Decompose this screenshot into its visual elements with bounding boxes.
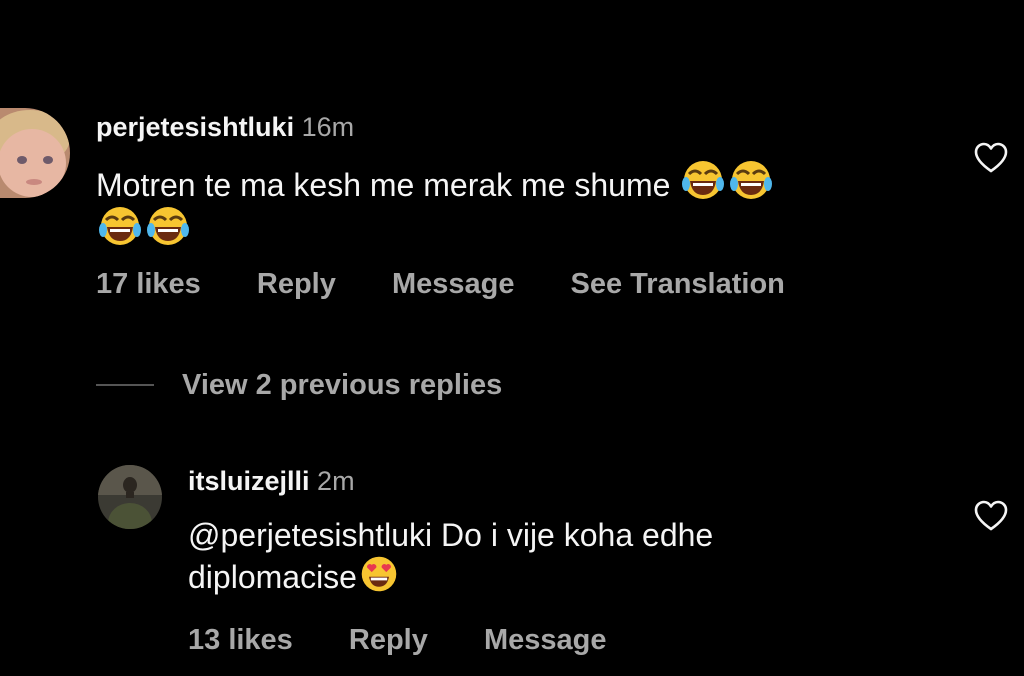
child-avatar-image [0, 108, 70, 198]
timestamp: 2m [317, 466, 355, 496]
view-previous-replies-label[interactable]: View 2 previous replies [182, 369, 502, 402]
face-with-tears-of-joy-icon [98, 204, 142, 248]
see-translation-button[interactable]: See Translation [571, 268, 785, 300]
comment-actions: 17 likes Reply Message See Translation [96, 268, 833, 301]
comment-actions: 13 likes Reply Message [188, 624, 654, 657]
message-button[interactable]: Message [392, 268, 515, 300]
thread-divider [96, 384, 154, 386]
username[interactable]: perjetesishtluki [96, 112, 294, 142]
comment-text: @perjetesishtluki Do i vije koha edhe di… [188, 516, 948, 597]
comment-text-line: @perjetesishtluki Do i vije koha edhe [188, 517, 714, 553]
likes-count[interactable]: 17 likes [96, 268, 201, 300]
avatar[interactable] [0, 108, 70, 198]
face-with-tears-of-joy-icon [681, 158, 725, 202]
comment-text-line: Motren te ma kesh me merak me shume [96, 167, 671, 203]
avatar[interactable] [98, 465, 162, 529]
man-avatar-image [98, 465, 162, 529]
face-with-tears-of-joy-icon [146, 204, 190, 248]
view-previous-replies[interactable]: View 2 previous replies [96, 362, 502, 408]
reply-button[interactable]: Reply [349, 624, 428, 656]
likes-count[interactable]: 13 likes [188, 624, 293, 656]
heart-icon[interactable] [974, 500, 1008, 532]
timestamp: 16m [301, 112, 355, 142]
heart-icon[interactable] [974, 142, 1008, 174]
comment-text-line: diplomacise [188, 559, 357, 596]
heart-eyes-icon [359, 554, 399, 594]
comment-text: Motren te ma kesh me merak me shume [96, 158, 936, 251]
comment-header: itsluizejlli 2m [188, 466, 355, 497]
reply-button[interactable]: Reply [257, 268, 336, 300]
message-button[interactable]: Message [484, 624, 607, 656]
comment-header: perjetesishtluki 16m [96, 112, 354, 143]
face-with-tears-of-joy-icon [729, 158, 773, 202]
username[interactable]: itsluizejlli [188, 466, 310, 496]
